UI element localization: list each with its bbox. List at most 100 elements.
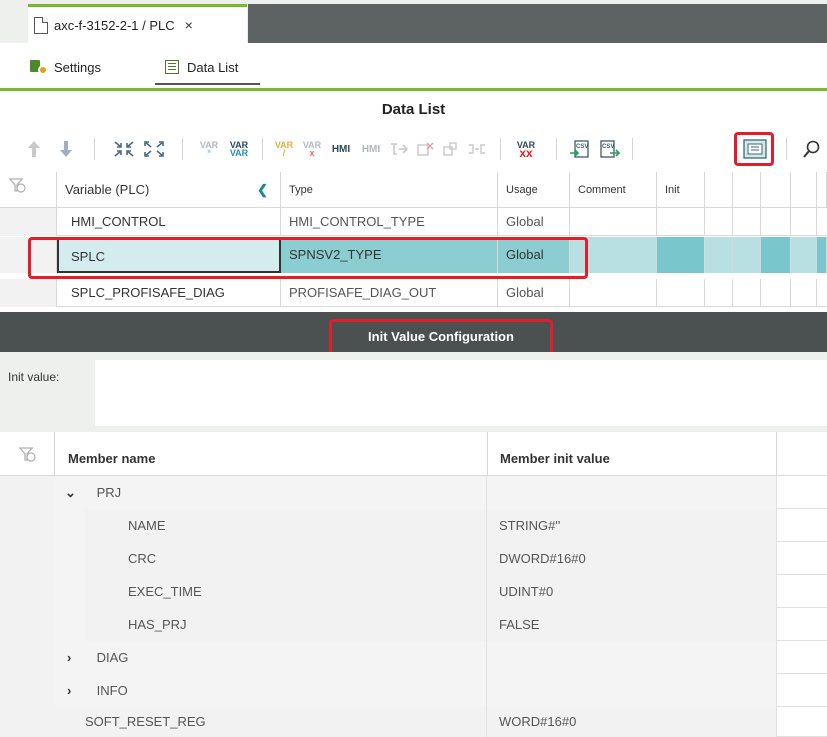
column-header-variable[interactable]: Variable (PLC) ❮ bbox=[57, 172, 281, 208]
column-header-init[interactable]: Init bbox=[657, 172, 705, 208]
column-header-extra[interactable] bbox=[791, 172, 817, 208]
assign-button[interactable] bbox=[388, 138, 410, 160]
subtab-data-list[interactable]: Data List bbox=[155, 51, 260, 85]
cell-extra bbox=[791, 237, 817, 273]
list-item[interactable]: EXEC_TIME UDINT#0 bbox=[0, 575, 827, 608]
column-header-extra[interactable] bbox=[817, 172, 827, 208]
column-header-extra[interactable] bbox=[705, 172, 733, 208]
member-value-cell[interactable]: FALSE bbox=[487, 608, 777, 641]
delete-variable-button[interactable]: VAR x bbox=[300, 138, 324, 160]
cell-comment[interactable] bbox=[570, 208, 657, 236]
member-name-cell[interactable]: NAME bbox=[85, 509, 487, 542]
init-config-toggle-button[interactable] bbox=[742, 138, 768, 160]
port-button[interactable] bbox=[440, 138, 462, 160]
member-name-cell[interactable]: CRC bbox=[85, 542, 487, 575]
row-gutter bbox=[0, 509, 55, 542]
cell-extra bbox=[733, 279, 761, 307]
tab-plc[interactable]: axc-f-3152-2-1 / PLC × bbox=[28, 4, 247, 43]
column-header-type[interactable]: Type bbox=[281, 172, 498, 208]
toolbar-separator bbox=[500, 138, 501, 160]
member-name-cell[interactable]: HAS_PRJ bbox=[85, 608, 487, 641]
member-value-cell[interactable]: UDINT#0 bbox=[487, 575, 777, 608]
cell-variable[interactable]: HMI_CONTROL bbox=[57, 208, 281, 236]
member-name: DIAG bbox=[96, 650, 129, 665]
member-value-cell[interactable]: STRING#'' bbox=[487, 509, 777, 542]
subtab-settings[interactable]: Settings bbox=[30, 53, 101, 81]
unassign-icon bbox=[417, 142, 434, 156]
insert-variable-button[interactable]: VAR VAR bbox=[226, 138, 252, 160]
cell-type[interactable]: PROFISAFE_DIAG_OUT bbox=[281, 279, 498, 307]
csv-export-button[interactable]: CSV bbox=[598, 138, 622, 160]
toolbar-separator bbox=[556, 138, 557, 160]
list-item[interactable]: › DIAG bbox=[0, 641, 827, 674]
cell-usage[interactable]: Global bbox=[498, 208, 570, 236]
column-header-member-init-value[interactable]: Member init value bbox=[487, 432, 777, 476]
column-header-comment[interactable]: Comment bbox=[570, 172, 657, 208]
search-icon bbox=[803, 140, 820, 158]
chevron-right-icon[interactable]: › bbox=[67, 674, 87, 707]
cell-type[interactable]: HMI_CONTROL_TYPE bbox=[281, 208, 498, 236]
member-name-cell[interactable]: SOFT_RESET_REG bbox=[55, 707, 487, 737]
list-item[interactable]: CRC DWORD#16#0 bbox=[0, 542, 827, 575]
member-value-cell[interactable]: DWORD#16#0 bbox=[487, 542, 777, 575]
csv-import-button[interactable]: CSV bbox=[568, 138, 592, 160]
cell-usage[interactable]: Global bbox=[498, 279, 570, 307]
column-header-extra[interactable] bbox=[733, 172, 761, 208]
data-list-title: Data List bbox=[381, 101, 446, 118]
list-item[interactable]: NAME STRING#'' bbox=[0, 509, 827, 542]
tab-bar: axc-f-3152-2-1 / PLC × bbox=[0, 0, 827, 43]
link-button[interactable] bbox=[466, 138, 488, 160]
chevron-left-icon[interactable]: ❮ bbox=[257, 172, 268, 208]
member-name: PRJ bbox=[96, 485, 122, 500]
edit-variable-button[interactable]: VAR / bbox=[272, 138, 296, 160]
member-value-cell[interactable] bbox=[487, 674, 777, 707]
hmi-edit-button[interactable]: HMI bbox=[328, 138, 354, 160]
collapse-all-button[interactable] bbox=[112, 138, 136, 160]
chevron-down-icon[interactable]: ⌄ bbox=[65, 476, 85, 509]
toolbar-separator bbox=[182, 138, 183, 160]
chevron-right-icon[interactable]: › bbox=[67, 641, 87, 674]
cell-init[interactable] bbox=[657, 279, 705, 307]
toolbar-separator bbox=[786, 138, 787, 160]
member-value-cell[interactable] bbox=[487, 476, 777, 509]
cell-extra bbox=[705, 208, 733, 236]
list-item[interactable]: › INFO bbox=[0, 674, 827, 707]
toolbar-separator bbox=[632, 138, 633, 160]
member-name-cell[interactable]: EXEC_TIME bbox=[85, 575, 487, 608]
cell-variable[interactable]: SPLC_PROFISAFE_DIAG bbox=[57, 279, 281, 307]
member-name-cell[interactable]: ⌄ PRJ bbox=[55, 476, 487, 509]
close-icon[interactable]: × bbox=[185, 17, 193, 33]
table-row[interactable]: HMI_CONTROL HMI_CONTROL_TYPE Global bbox=[0, 208, 827, 236]
cell-init[interactable] bbox=[657, 237, 705, 273]
column-header-extra[interactable] bbox=[761, 172, 791, 208]
expand-all-button[interactable] bbox=[142, 138, 166, 160]
member-name-cell[interactable]: › INFO bbox=[55, 674, 487, 707]
move-down-button[interactable] bbox=[58, 138, 74, 160]
filter-clear-icon bbox=[8, 178, 26, 193]
cell-comment[interactable] bbox=[570, 279, 657, 307]
var-delete-icon: VAR x bbox=[302, 140, 322, 158]
cell-init[interactable] bbox=[657, 208, 705, 236]
list-item[interactable]: SOFT_RESET_REG WORD#16#0 bbox=[0, 707, 827, 737]
column-header-usage[interactable]: Usage bbox=[498, 172, 570, 208]
member-value-cell[interactable] bbox=[487, 641, 777, 674]
table-row[interactable]: SPLC_PROFISAFE_DIAG PROFISAFE_DIAG_OUT G… bbox=[0, 279, 827, 307]
move-up-button[interactable] bbox=[26, 138, 42, 160]
delete-unused-button[interactable]: VAR xx bbox=[512, 138, 540, 160]
cell-extra bbox=[705, 279, 733, 307]
row-gutter bbox=[0, 476, 55, 509]
column-header-member-name[interactable]: Member name bbox=[68, 432, 155, 476]
list-item[interactable]: ⌄ PRJ bbox=[0, 476, 827, 509]
filter-header-cell[interactable] bbox=[0, 172, 57, 208]
search-button[interactable] bbox=[800, 138, 822, 160]
add-variable-button[interactable]: VAR * bbox=[196, 138, 222, 160]
member-value-cell[interactable]: WORD#16#0 bbox=[487, 707, 777, 737]
member-filter-cell[interactable] bbox=[0, 432, 55, 476]
cell-extra bbox=[761, 279, 791, 307]
unassign-button[interactable] bbox=[414, 138, 436, 160]
init-value-field[interactable] bbox=[95, 360, 827, 426]
cell-extra bbox=[817, 237, 827, 273]
list-item[interactable]: HAS_PRJ FALSE bbox=[0, 608, 827, 641]
hmi-delete-button[interactable]: HMI bbox=[358, 138, 384, 160]
member-name-cell[interactable]: › DIAG bbox=[55, 641, 487, 674]
